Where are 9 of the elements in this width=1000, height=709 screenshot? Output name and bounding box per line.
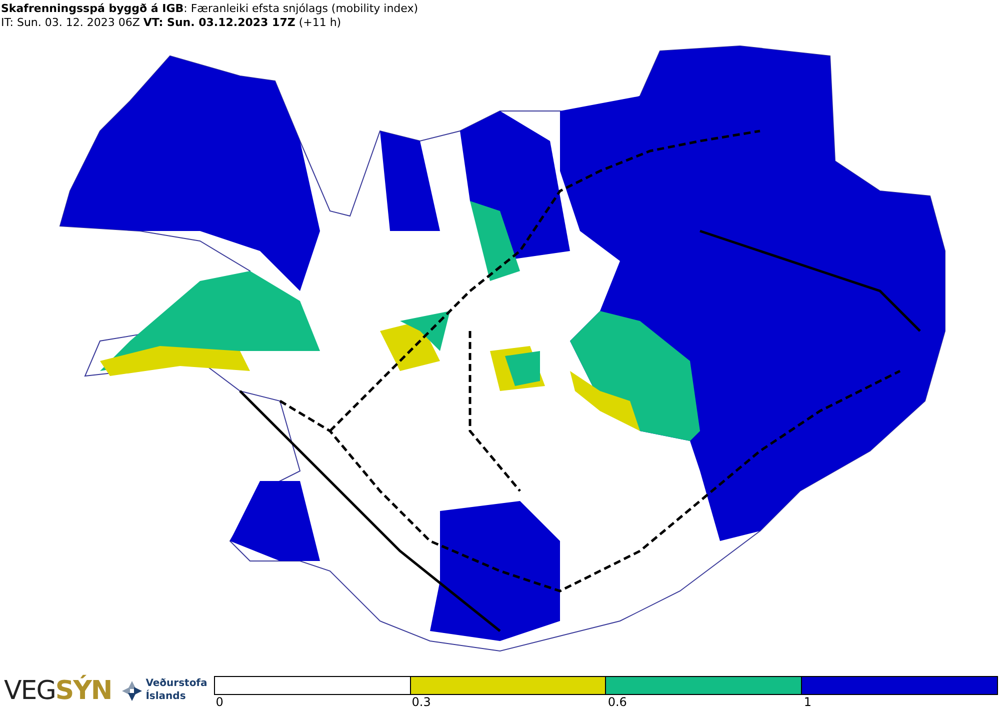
vedurstofa-logo: Veðurstofa Íslands <box>146 677 208 703</box>
arrows-logo-icon <box>120 679 144 703</box>
scale-tick-label: 0.3 <box>410 695 432 709</box>
scale-tick-label: 1 <box>802 695 813 709</box>
map-title: Skafrenningsspá byggð á IGB: Færanleiki efsta snjólags (mobility index) <box>1 2 418 16</box>
forecast-time: IT: Sun. 03. 12. 2023 06Z VT: Sun. 03.12.2023 17Z (+11 h) <box>1 16 342 30</box>
scale-tick-label: 0.6 <box>606 695 628 709</box>
vegsyn-logo: VEGSÝN <box>4 675 112 707</box>
scale-tick-label: 0 <box>214 695 224 709</box>
